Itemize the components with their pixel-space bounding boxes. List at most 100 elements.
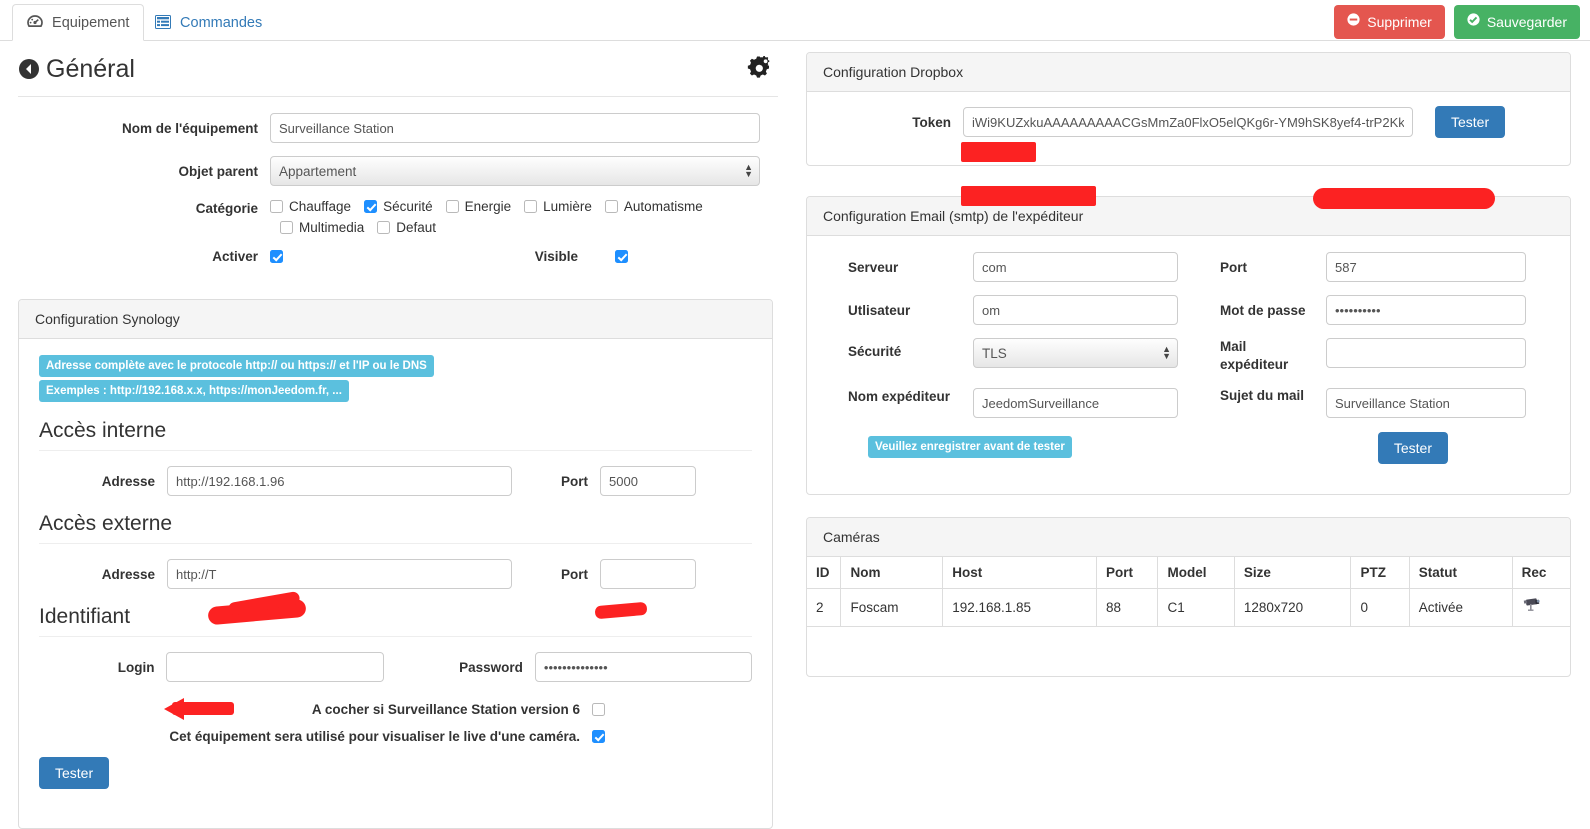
category-automatisme-checkbox[interactable] bbox=[604, 200, 618, 213]
category-lumiere-label: Lumière bbox=[543, 199, 592, 214]
col-ptz: PTZ bbox=[1350, 556, 1410, 589]
category-defaut[interactable]: Defaut bbox=[377, 220, 436, 235]
email-user-password-row: Utlisateur Mot de passe bbox=[823, 295, 1554, 325]
category-energie-checkbox[interactable] bbox=[445, 200, 459, 213]
right-column: Configuration Dropbox Token Tester Confi… bbox=[796, 41, 1590, 822]
category-multimedia-checkbox[interactable] bbox=[280, 221, 293, 234]
parent-object-value: Appartement bbox=[279, 163, 357, 179]
tab-bar: Equipement Commandes Supprimer Sauvegard… bbox=[0, 0, 1590, 41]
left-column: Général Nom de l'équipement Objet parent bbox=[0, 41, 796, 829]
category-defaut-label: Defaut bbox=[396, 220, 437, 235]
login-label: Login bbox=[117, 659, 155, 675]
dropbox-panel-body: Token Tester bbox=[807, 92, 1570, 150]
internal-access-title: Accès interne bbox=[39, 419, 752, 451]
email-test-button[interactable]: Tester bbox=[1377, 432, 1448, 464]
live-checkbox[interactable] bbox=[592, 730, 605, 743]
category-lumiere[interactable]: Lumière bbox=[524, 199, 592, 214]
category-defaut-checkbox[interactable] bbox=[377, 221, 391, 234]
tab-equipement[interactable]: Equipement bbox=[12, 4, 145, 41]
internal-address-row: Adresse Port bbox=[39, 466, 752, 496]
email-password-input[interactable] bbox=[1326, 295, 1526, 325]
email-user-input[interactable] bbox=[973, 295, 1178, 325]
category-securite[interactable]: Sécurité bbox=[364, 199, 433, 214]
category-multimedia[interactable]: Multimedia bbox=[280, 220, 364, 235]
login-input[interactable] bbox=[166, 652, 384, 682]
dropbox-test-button[interactable]: Tester bbox=[1435, 106, 1506, 138]
category-securite-label: Sécurité bbox=[383, 199, 433, 214]
email-server-input[interactable] bbox=[973, 252, 1178, 282]
synology-hint-2: Exemples : http://192.168.x.x, https://m… bbox=[39, 380, 349, 402]
category-automatisme[interactable]: Automatisme bbox=[604, 199, 703, 214]
external-address-input[interactable] bbox=[167, 559, 512, 589]
activer-checkbox[interactable] bbox=[270, 250, 283, 263]
live-row: Cet équipement sera utilisé pour visuali… bbox=[39, 729, 752, 744]
email-sender-mail-label: Mail expéditeur bbox=[1220, 339, 1289, 372]
cell-nom: Foscam bbox=[840, 588, 944, 627]
email-security-value: TLS bbox=[982, 345, 1007, 361]
cell-model: C1 bbox=[1157, 588, 1235, 627]
equipment-name-input[interactable] bbox=[270, 113, 760, 143]
save-button[interactable]: Sauvegarder bbox=[1453, 5, 1580, 39]
cell-id: 2 bbox=[805, 588, 842, 627]
category-energie[interactable]: Energie bbox=[445, 199, 511, 214]
dashboard-icon bbox=[27, 15, 43, 34]
visible-checkbox[interactable] bbox=[615, 250, 628, 263]
email-security-sender-row: Sécurité TLS ▲ ▼ Mail expéditeur bbox=[823, 338, 1554, 374]
cell-rec[interactable] bbox=[1511, 588, 1572, 627]
category-securite-checkbox[interactable] bbox=[364, 200, 378, 213]
password-label: Password bbox=[459, 659, 523, 675]
email-port-label: Port bbox=[1220, 259, 1247, 275]
table-row[interactable]: 2 Foscam 192.168.1.85 88 C1 1280x720 0 A… bbox=[805, 588, 1572, 627]
cctv-camera-icon[interactable] bbox=[1522, 598, 1544, 618]
email-subject-input[interactable] bbox=[1326, 388, 1526, 418]
synology-hint-1: Adresse complète avec le protocole http:… bbox=[39, 355, 434, 377]
version6-checkbox[interactable] bbox=[592, 703, 605, 716]
cell-host: 192.168.1.85 bbox=[942, 588, 1097, 627]
back-arrow-icon[interactable] bbox=[18, 57, 40, 87]
col-rec: Rec bbox=[1511, 556, 1572, 589]
email-panel-title: Configuration Email (smtp) de l'expédite… bbox=[807, 197, 1570, 236]
external-address-row: Adresse Port bbox=[39, 559, 752, 589]
internal-port-label: Port bbox=[561, 473, 588, 489]
email-sender-name-input[interactable] bbox=[973, 388, 1178, 418]
synology-test-button[interactable]: Tester bbox=[39, 757, 110, 789]
password-input[interactable] bbox=[534, 652, 752, 682]
email-security-label: Sécurité bbox=[848, 344, 902, 359]
email-security-select[interactable]: TLS bbox=[973, 338, 1178, 368]
email-port-input[interactable] bbox=[1326, 252, 1526, 282]
page-title-text: Général bbox=[46, 55, 135, 83]
name-label: Nom de l'équipement bbox=[122, 120, 258, 136]
col-nom: Nom bbox=[840, 556, 944, 589]
email-server-label: Serveur bbox=[848, 259, 899, 275]
cameras-table: ID Nom Host Port Model Size PTZ Statut R… bbox=[805, 556, 1572, 627]
internal-address-input[interactable] bbox=[167, 466, 512, 496]
internal-address-label: Adresse bbox=[101, 473, 155, 489]
external-port-input[interactable] bbox=[600, 559, 696, 589]
version6-row: A cocher si Surveillance Station version… bbox=[39, 702, 752, 717]
tab-commandes[interactable]: Commandes bbox=[140, 4, 277, 41]
internal-port-input[interactable] bbox=[600, 466, 696, 496]
dropbox-token-input[interactable] bbox=[963, 107, 1413, 137]
page-title: Général bbox=[18, 54, 135, 87]
gear-icon[interactable] bbox=[746, 55, 776, 86]
category-lumiere-checkbox[interactable] bbox=[524, 200, 538, 213]
cameras-panel: Caméras ID Nom Host Port Model Size PTZ … bbox=[805, 517, 1572, 677]
parent-object-select[interactable]: Appartement bbox=[270, 156, 760, 186]
category-automatisme-label: Automatisme bbox=[623, 199, 703, 214]
category-multimedia-label: Multimedia bbox=[299, 220, 365, 235]
external-port-label: Port bbox=[561, 566, 588, 582]
field-row-name: Nom de l'équipement bbox=[0, 113, 796, 143]
col-host: Host bbox=[942, 556, 1097, 589]
email-sender-mail-input[interactable] bbox=[1326, 338, 1526, 368]
email-server-port-row: Serveur Port bbox=[823, 252, 1554, 282]
general-header: Général bbox=[18, 54, 778, 97]
delete-button[interactable]: Supprimer bbox=[1334, 5, 1445, 39]
category-chauffage-checkbox[interactable] bbox=[270, 200, 283, 213]
category-chauffage[interactable]: Chauffage bbox=[270, 199, 351, 214]
email-sendername-subject-row: Nom expéditeur Sujet du mail bbox=[823, 388, 1554, 418]
cell-size: 1280x720 bbox=[1233, 588, 1352, 627]
email-panel: Configuration Email (smtp) de l'expédite… bbox=[806, 196, 1571, 495]
identity-title: Identifiant bbox=[39, 605, 752, 637]
list-icon bbox=[155, 15, 171, 34]
header-actions: Supprimer Sauvegarder bbox=[1334, 5, 1580, 39]
